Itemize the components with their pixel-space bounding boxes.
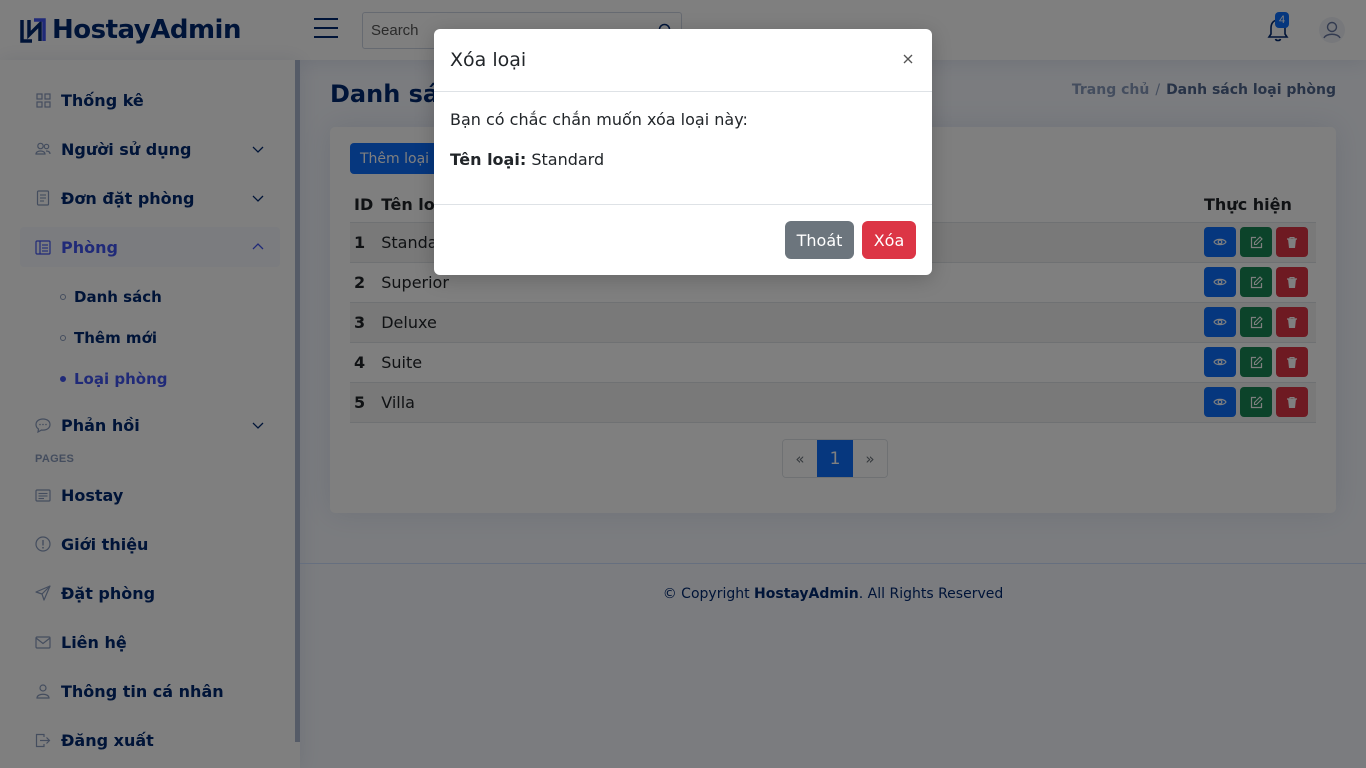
modal-footer: Thoát Xóa [434, 205, 932, 275]
modal-field-value: Standard [531, 150, 605, 169]
modal-title: Xóa loại [450, 49, 527, 71]
modal-header: Xóa loại [434, 29, 932, 92]
modal-field: Tên loại: Standard [450, 150, 916, 170]
cancel-button[interactable]: Thoát [785, 221, 854, 259]
modal-body: Bạn có chắc chắn muốn xóa loại này: Tên … [434, 92, 932, 205]
modal-field-label: Tên loại: [450, 150, 527, 169]
close-icon[interactable] [900, 51, 916, 67]
confirm-delete-button[interactable]: Xóa [862, 221, 916, 259]
modal-message: Bạn có chắc chắn muốn xóa loại này: [450, 110, 748, 129]
delete-confirm-modal: Xóa loại Bạn có chắc chắn muốn xóa loại … [434, 29, 932, 275]
